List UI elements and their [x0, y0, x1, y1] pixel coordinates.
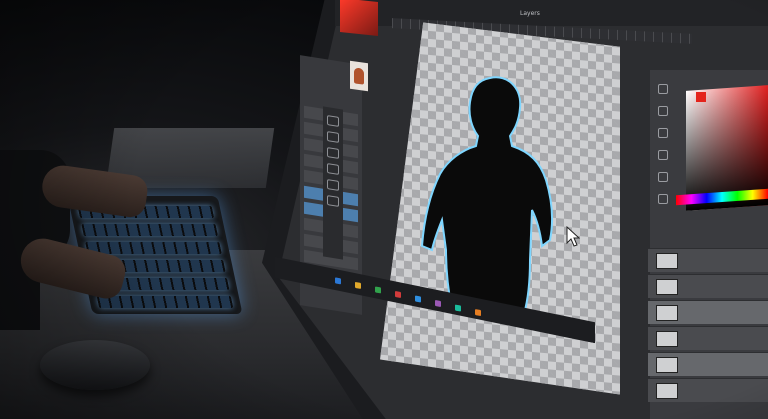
- brush-settings-icon[interactable]: [658, 172, 668, 182]
- layer-thumbnail: [656, 305, 678, 321]
- foreground-color-swatch[interactable]: [696, 92, 706, 102]
- person-silhouette: [420, 76, 554, 316]
- lasso-tool-icon[interactable]: [327, 147, 339, 159]
- computer-mouse: [40, 340, 150, 390]
- swatches-icon[interactable]: [658, 150, 668, 160]
- taskbar-app-icon[interactable]: [395, 291, 401, 298]
- layer-thumbnail: [656, 383, 678, 399]
- taskbar-app-icon[interactable]: [475, 309, 481, 316]
- panel-title: Layers: [520, 10, 540, 17]
- color-swatch-preview: [340, 0, 378, 36]
- text-tool-icon[interactable]: [327, 195, 339, 207]
- eraser-tool-icon[interactable]: [327, 179, 339, 191]
- move-tool-icon[interactable]: [327, 115, 339, 127]
- layer-thumbnail: [656, 279, 678, 295]
- layer-item[interactable]: [648, 300, 768, 324]
- channels-icon[interactable]: [658, 194, 668, 204]
- layer-item[interactable]: [648, 248, 768, 272]
- brush-tool-icon[interactable]: [327, 163, 339, 175]
- image-thumbnail[interactable]: [350, 60, 368, 92]
- properties-icon[interactable]: [658, 128, 668, 138]
- taskbar-app-icon[interactable]: [355, 282, 361, 289]
- taskbar-app-icon[interactable]: [415, 295, 421, 302]
- marquee-tool-icon[interactable]: [327, 131, 339, 143]
- layer-thumbnail: [656, 253, 678, 269]
- cursor-arrow-icon: [566, 226, 580, 247]
- taskbar-app-icon[interactable]: [375, 286, 381, 293]
- layer-item[interactable]: [648, 326, 768, 350]
- taskbar-app-icon[interactable]: [455, 305, 461, 312]
- layer-item[interactable]: [648, 378, 768, 402]
- layer-thumbnail: [656, 357, 678, 373]
- taskbar-app-icon[interactable]: [335, 277, 341, 284]
- taskbar-app-icon[interactable]: [435, 300, 441, 307]
- history-icon[interactable]: [658, 84, 668, 94]
- layer-item[interactable]: [648, 352, 768, 376]
- layer-thumbnail: [656, 331, 678, 347]
- tool-strip: [323, 106, 343, 260]
- layer-item[interactable]: [648, 274, 768, 298]
- adjustments-icon[interactable]: [658, 106, 668, 116]
